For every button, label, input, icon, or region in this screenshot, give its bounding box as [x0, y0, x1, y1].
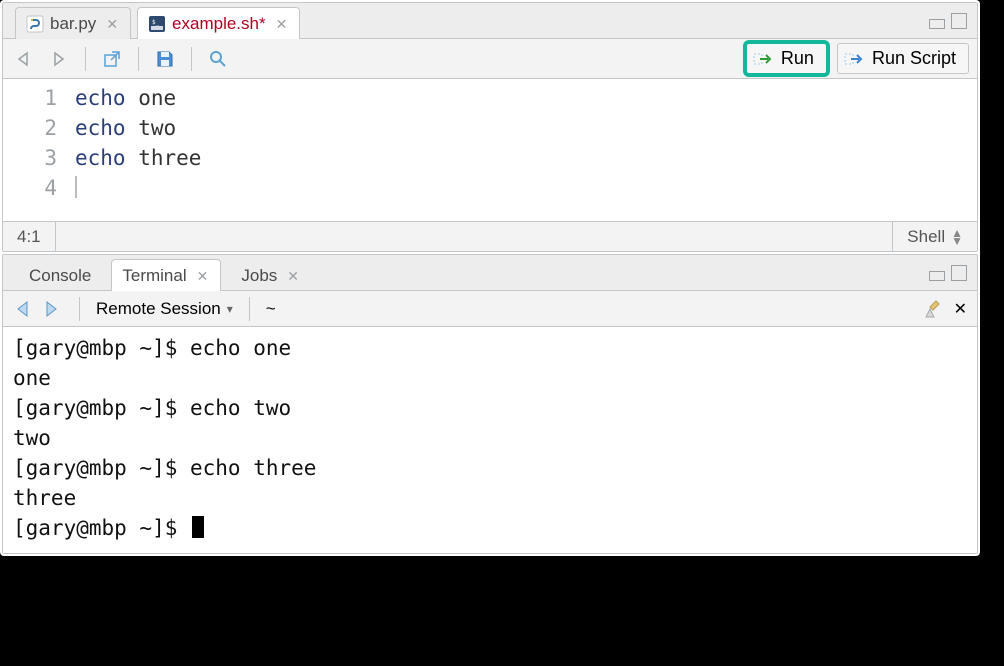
cursor-position[interactable]: 4:1	[3, 222, 56, 251]
terminal-prompt[interactable]: [gary@mbp ~]$	[13, 513, 967, 543]
terminal-line: [gary@mbp ~]$ echo three	[13, 453, 967, 483]
divider	[138, 47, 139, 71]
forward-icon[interactable]	[45, 45, 73, 73]
terminal-line: three	[13, 483, 967, 513]
editor-statusbar: 4:1 Shell ▲▼	[3, 221, 977, 251]
run-script-arrow-icon	[844, 50, 866, 68]
sort-icon: ▲▼	[951, 229, 963, 245]
run-script-button[interactable]: Run Script	[837, 43, 969, 74]
back-icon[interactable]	[11, 45, 39, 73]
save-icon[interactable]	[151, 45, 179, 73]
close-icon[interactable]: ✕	[197, 268, 209, 285]
divider	[79, 297, 80, 321]
close-icon[interactable]: ✕	[106, 16, 118, 33]
window-controls	[929, 265, 967, 281]
status-spacer	[56, 222, 893, 251]
editor-pane: bar.py ✕ $_ example.sh* ✕	[2, 2, 978, 252]
editor-tab-bar-py[interactable]: bar.py ✕	[15, 7, 131, 39]
divider	[191, 47, 192, 71]
run-arrow-icon	[753, 50, 775, 68]
back-icon[interactable]	[13, 299, 35, 319]
keyword: echo	[75, 146, 126, 170]
window-controls	[929, 13, 967, 29]
editor-tabbar: bar.py ✕ $_ example.sh* ✕	[3, 3, 977, 39]
tab-label: Terminal	[122, 266, 186, 286]
minimize-icon[interactable]	[929, 271, 945, 281]
gutter: 1 2 3 4	[3, 79, 75, 221]
forward-icon[interactable]	[41, 299, 63, 319]
language-selector[interactable]: Shell ▲▼	[892, 222, 977, 251]
terminal-line: two	[13, 423, 967, 453]
keyword: echo	[75, 116, 126, 140]
maximize-icon[interactable]	[951, 13, 967, 29]
terminal-line: [gary@mbp ~]$ echo one	[13, 333, 967, 363]
session-menu[interactable]: Remote Session ▾	[96, 299, 233, 319]
tab-label: example.sh*	[172, 14, 266, 34]
broom-icon[interactable]	[924, 299, 944, 319]
tab-label: Jobs	[241, 266, 277, 286]
cursor-icon	[192, 516, 204, 538]
tab-jobs[interactable]: Jobs ✕	[227, 260, 313, 291]
tab-console[interactable]: Console	[15, 260, 105, 291]
shell-file-icon: $_	[148, 15, 166, 33]
code-editor[interactable]: 1 2 3 4 echo one echo two echo three	[3, 79, 977, 221]
close-icon[interactable]: ✕	[954, 299, 967, 319]
console-pane: Console Terminal ✕ Jobs ✕	[2, 254, 978, 554]
run-script-label: Run Script	[872, 48, 956, 69]
search-icon[interactable]	[204, 45, 232, 73]
close-icon[interactable]: ✕	[287, 268, 299, 285]
tab-label: bar.py	[50, 14, 96, 34]
popout-icon[interactable]	[98, 45, 126, 73]
editor-toolbar: Run Run Script	[3, 39, 977, 79]
run-button[interactable]: Run	[746, 43, 827, 74]
close-icon[interactable]: ✕	[276, 16, 288, 33]
keyword: echo	[75, 86, 126, 110]
editor-tab-example-sh[interactable]: $_ example.sh* ✕	[137, 7, 300, 39]
code-body[interactable]: echo one echo two echo three	[75, 79, 201, 221]
chevron-down-icon: ▾	[227, 302, 233, 316]
python-file-icon	[26, 15, 44, 33]
tab-terminal[interactable]: Terminal ✕	[111, 259, 221, 291]
minimize-icon[interactable]	[929, 19, 945, 29]
terminal-line: one	[13, 363, 967, 393]
maximize-icon[interactable]	[951, 265, 967, 281]
divider	[249, 297, 250, 321]
run-label: Run	[781, 48, 814, 69]
terminal-toolbar: Remote Session ▾ ~ ✕	[3, 291, 977, 327]
terminal-line: [gary@mbp ~]$ echo two	[13, 393, 967, 423]
divider	[85, 47, 86, 71]
tab-label: Console	[29, 266, 91, 286]
terminal-output[interactable]: [gary@mbp ~]$ echo one one [gary@mbp ~]$…	[3, 327, 977, 553]
cwd-label: ~	[266, 299, 276, 319]
svg-text:$_: $_	[152, 19, 160, 26]
console-tabbar: Console Terminal ✕ Jobs ✕	[3, 255, 977, 291]
